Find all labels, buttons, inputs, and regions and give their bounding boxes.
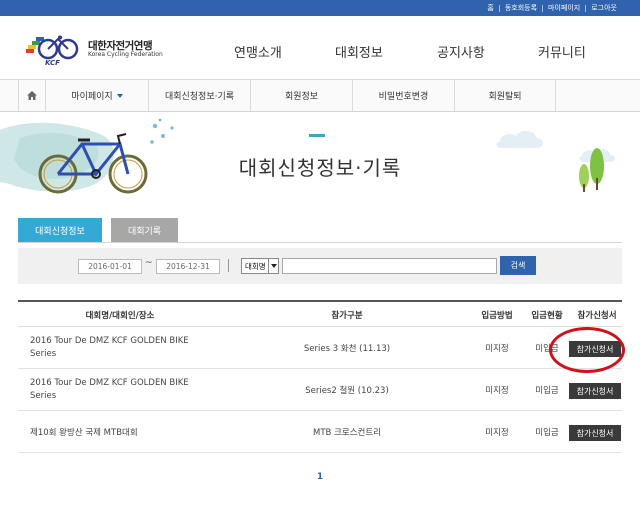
subnav-change-password[interactable]: 비밀번호변경	[352, 80, 454, 111]
banner-accent-bar	[309, 134, 325, 137]
table-row: 제10회 왕방산 국제 MTB대회 MTB 크로스컨트리 미지정 미입금 참가신…	[18, 411, 622, 453]
table-row: 2016 Tour De DMZ KCF GOLDEN BIKE Series …	[18, 369, 622, 411]
tab-divider	[18, 242, 622, 243]
row-payment-status: 미입금	[535, 428, 559, 438]
header-category: 참가구분	[331, 310, 363, 321]
row-competition-name: 제10회 왕방산 국제 MTB대회	[30, 428, 138, 438]
header-payment-method: 입금방법	[481, 310, 513, 321]
pagination: 1	[0, 472, 640, 482]
home-icon	[27, 91, 37, 100]
row-competition-name: 2016 Tour De DMZ KCF GOLDEN BIKE Series	[30, 335, 189, 359]
tab-application-info[interactable]: 대회신청정보	[18, 218, 102, 242]
nav-competition[interactable]: 대회정보	[335, 42, 383, 61]
nav-association[interactable]: 연맹소개	[234, 42, 282, 61]
subnav-home[interactable]	[18, 80, 45, 111]
application-form-button[interactable]: 참가신청서	[569, 383, 621, 399]
row-payment-method: 미지정	[485, 386, 509, 396]
main-nav: 연맹소개 대회정보 공지사항 커뮤니티	[0, 42, 640, 62]
date-to-input[interactable]: 2016-12-31	[156, 259, 220, 274]
date-range-separator: ~	[145, 258, 153, 268]
header-payment-status: 입금현황	[531, 310, 563, 321]
row-payment-method: 미지정	[485, 428, 509, 438]
select-arrow-icon	[268, 259, 278, 273]
nav-notice[interactable]: 공지사항	[437, 42, 485, 61]
row-category: MTB 크로스컨트리	[313, 428, 381, 438]
row-payment-status: 미입금	[535, 386, 559, 396]
subnav-competition-record[interactable]: 대회신청정보·기록	[148, 80, 250, 111]
table-row: 2016 Tour De DMZ KCF GOLDEN BIKE Series …	[18, 327, 622, 369]
caret-down-icon	[116, 93, 123, 98]
search-type-select[interactable]: 대회명	[241, 258, 279, 274]
top-link-club-register[interactable]: 동호회등록	[500, 3, 542, 13]
search-keyword-input[interactable]	[282, 258, 497, 274]
subnav-withdraw[interactable]: 회원탈퇴	[454, 80, 556, 111]
subnav-mypage[interactable]: 마이페이지	[45, 80, 148, 111]
table-header: 대회명/대회인/장소 참가구분 입금방법 입금현황 참가신청서	[18, 300, 622, 327]
application-form-button[interactable]: 참가신청서	[569, 425, 621, 441]
row-category: Series 3 화천 (11.13)	[303, 344, 391, 354]
row-competition-name: 2016 Tour De DMZ KCF GOLDEN BIKE Series	[30, 377, 189, 401]
sub-nav: 마이페이지 대회신청정보·기록 회원정보 비밀번호변경 회원탈퇴	[0, 80, 640, 112]
page-title: 대회신청정보·기록	[238, 156, 402, 180]
highlight-circle	[549, 327, 625, 373]
search-type-value: 대회명	[245, 261, 266, 271]
nav-community[interactable]: 커뮤니티	[538, 42, 586, 61]
date-from-input[interactable]: 2016-01-01	[78, 259, 142, 274]
subnav-member-info[interactable]: 회원정보	[250, 80, 352, 111]
row-category: Series2 철원 (10.23)	[305, 386, 389, 396]
top-utility-bar: 홈 동호회등록 마이페이지 로그아웃	[0, 0, 640, 16]
tab-competition-record[interactable]: 대회기록	[111, 218, 178, 242]
top-links: 홈 동호회등록 마이페이지 로그아웃	[482, 0, 622, 16]
top-link-home[interactable]: 홈	[482, 3, 498, 13]
row-payment-method: 미지정	[485, 344, 509, 354]
divider	[228, 259, 229, 272]
top-link-mypage[interactable]: 마이페이지	[543, 3, 585, 13]
site-header: 대한자전거연맹 Korea Cycling Federation KCF 연맹소…	[0, 16, 640, 80]
page-banner: 대회신청정보·기록	[0, 112, 640, 200]
subnav-mypage-label: 마이페이지	[71, 92, 113, 102]
top-link-logout[interactable]: 로그아웃	[586, 3, 622, 13]
header-competition: 대회명/대회인/장소	[85, 310, 155, 321]
header-application-form: 참가신청서	[577, 310, 617, 321]
search-panel: 2016-01-01 ~ 2016-12-31 대회명 검색	[18, 248, 622, 284]
page-number-current[interactable]: 1	[317, 472, 323, 482]
search-button[interactable]: 검색	[500, 256, 536, 275]
